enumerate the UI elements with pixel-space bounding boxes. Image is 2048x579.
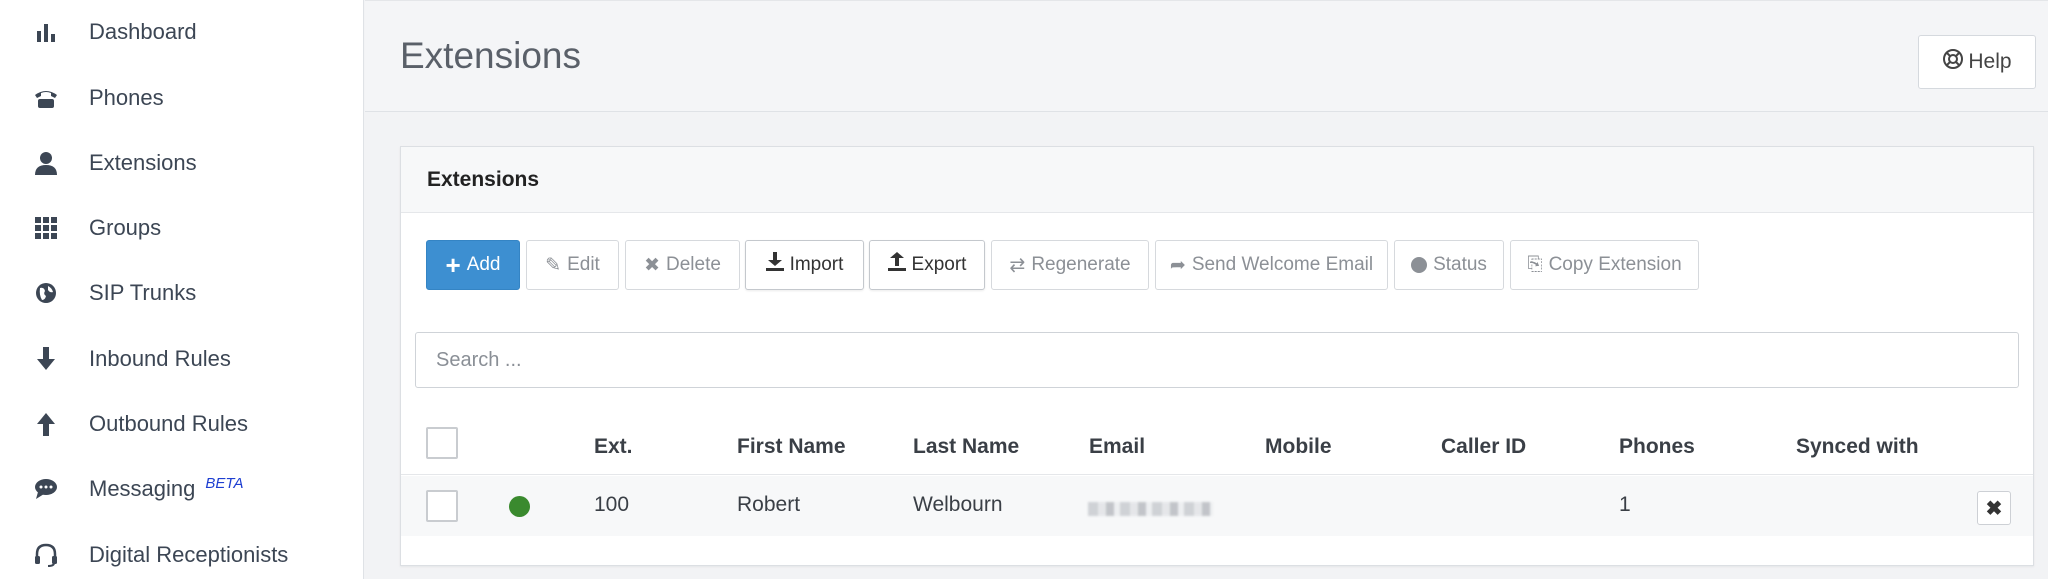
edit-button[interactable]: ✎ Edit [526,240,619,290]
sidebar-item-label: Groups [89,215,162,240]
cell-first-name: Robert [737,493,801,516]
plus-icon: + [445,250,461,280]
sidebar-item-label: Digital Receptionists [89,542,289,567]
column-header-email[interactable]: Email [1089,435,1145,459]
delete-button[interactable]: ✖ Delete [625,240,740,290]
column-header-first-name[interactable]: First Name [737,435,846,459]
arrow-down-icon [33,346,59,372]
sidebar-item-label: Phones [89,85,164,110]
sidebar: Dashboard Phones Extensions Groups SIP T… [0,0,364,579]
sidebar-item-label: Outbound Rules [89,411,248,436]
column-header-caller-id[interactable]: Caller ID [1441,435,1526,459]
retweet-icon: ⇄ [1009,254,1026,276]
export-button[interactable]: Export [869,240,985,290]
phone-icon [33,85,59,111]
arrow-up-icon [33,411,59,437]
cell-phones: 1 [1619,493,1631,516]
sidebar-item-digital-receptionists[interactable]: Digital Receptionists [0,530,364,579]
page-header: Extensions Help [365,0,2048,112]
column-header-ext[interactable]: Ext. [594,435,633,459]
sidebar-item-label: Extensions [89,150,197,175]
share-arrow-icon: ➦ [1169,254,1186,276]
add-button-label: Add [466,254,501,275]
sidebar-item-groups[interactable]: Groups [0,203,364,253]
add-button[interactable]: + Add [426,240,520,290]
cell-last-name: Welbourn [913,493,1003,516]
close-icon: ✖ [644,254,660,276]
row-checkbox[interactable] [426,490,458,522]
sidebar-item-dashboard[interactable]: Dashboard [0,7,364,57]
send-welcome-email-button[interactable]: ➦ Send Welcome Email [1155,240,1388,290]
circle-icon [1411,257,1428,273]
regenerate-button-label: Regenerate [1031,254,1131,275]
status-button[interactable]: Status [1394,240,1504,290]
download-icon [765,252,784,278]
help-label: Help [1968,50,2012,73]
headset-icon [33,542,59,568]
remove-row-button[interactable]: ✖ [1977,491,2011,525]
import-button[interactable]: Import [745,240,864,290]
close-icon: ✖ [1985,497,2003,520]
column-header-synced-with[interactable]: Synced with [1796,435,1919,459]
sidebar-item-messaging[interactable]: Messaging BETA [0,464,364,514]
sidebar-item-label: Inbound Rules [89,346,231,371]
column-header-mobile[interactable]: Mobile [1265,435,1332,459]
grid-icon [33,215,59,241]
export-button-label: Export [911,254,967,275]
beta-badge: BETA [205,475,244,492]
copy-icon: ⎘ [1527,254,1543,275]
delete-button-label: Delete [666,254,721,275]
edit-button-label: Edit [567,254,600,275]
cell-email-redacted [1088,502,1213,516]
sidebar-item-inbound-rules[interactable]: Inbound Rules [0,334,364,384]
panel-header: Extensions [401,147,2033,213]
table-header: Ext. First Name Last Name Email Mobile C… [401,415,2033,475]
sidebar-item-outbound-rules[interactable]: Outbound Rules [0,399,364,449]
send-welcome-email-label: Send Welcome Email [1191,254,1374,275]
upload-icon [887,252,906,278]
sidebar-item-label: Dashboard [89,19,197,44]
regenerate-button[interactable]: ⇄ Regenerate [991,240,1149,290]
sidebar-item-phones[interactable]: Phones [0,73,364,123]
help-button[interactable]: Help [1918,35,2036,89]
cell-ext: 100 [594,493,630,516]
user-icon [33,150,59,176]
select-all-checkbox[interactable] [426,427,458,459]
column-header-last-name[interactable]: Last Name [913,435,1019,459]
bar-chart-icon [33,19,59,45]
status-indicator [509,496,530,517]
lifebuoy-icon [1942,48,1964,76]
import-button-label: Import [789,254,844,275]
sidebar-item-label: Messaging [89,476,196,501]
sidebar-item-extensions[interactable]: Extensions [0,138,364,188]
sidebar-item-sip-trunks[interactable]: SIP Trunks [0,268,364,318]
copy-extension-button[interactable]: ⎘ Copy Extension [1510,240,1699,290]
chat-icon [33,476,59,502]
sidebar-item-label: SIP Trunks [89,280,197,305]
copy-extension-label: Copy Extension [1548,254,1682,275]
search-input[interactable] [415,332,2019,388]
status-button-label: Status [1433,254,1487,275]
page-title: Extensions [400,35,581,76]
table-row[interactable]: 100 Robert Welbourn 1 ✖ [401,476,2033,536]
sidebar-item-label-wrap: Messaging BETA [89,475,244,502]
extensions-panel: Extensions + Add ✎ Edit ✖ Delete Import [400,146,2034,566]
panel-title: Extensions [427,168,540,191]
column-header-phones[interactable]: Phones [1619,435,1695,459]
main-content: Extensions Help Extensions + Add ✎ Edit … [365,0,2048,579]
globe-icon [33,280,59,306]
pencil-icon: ✎ [545,254,562,276]
